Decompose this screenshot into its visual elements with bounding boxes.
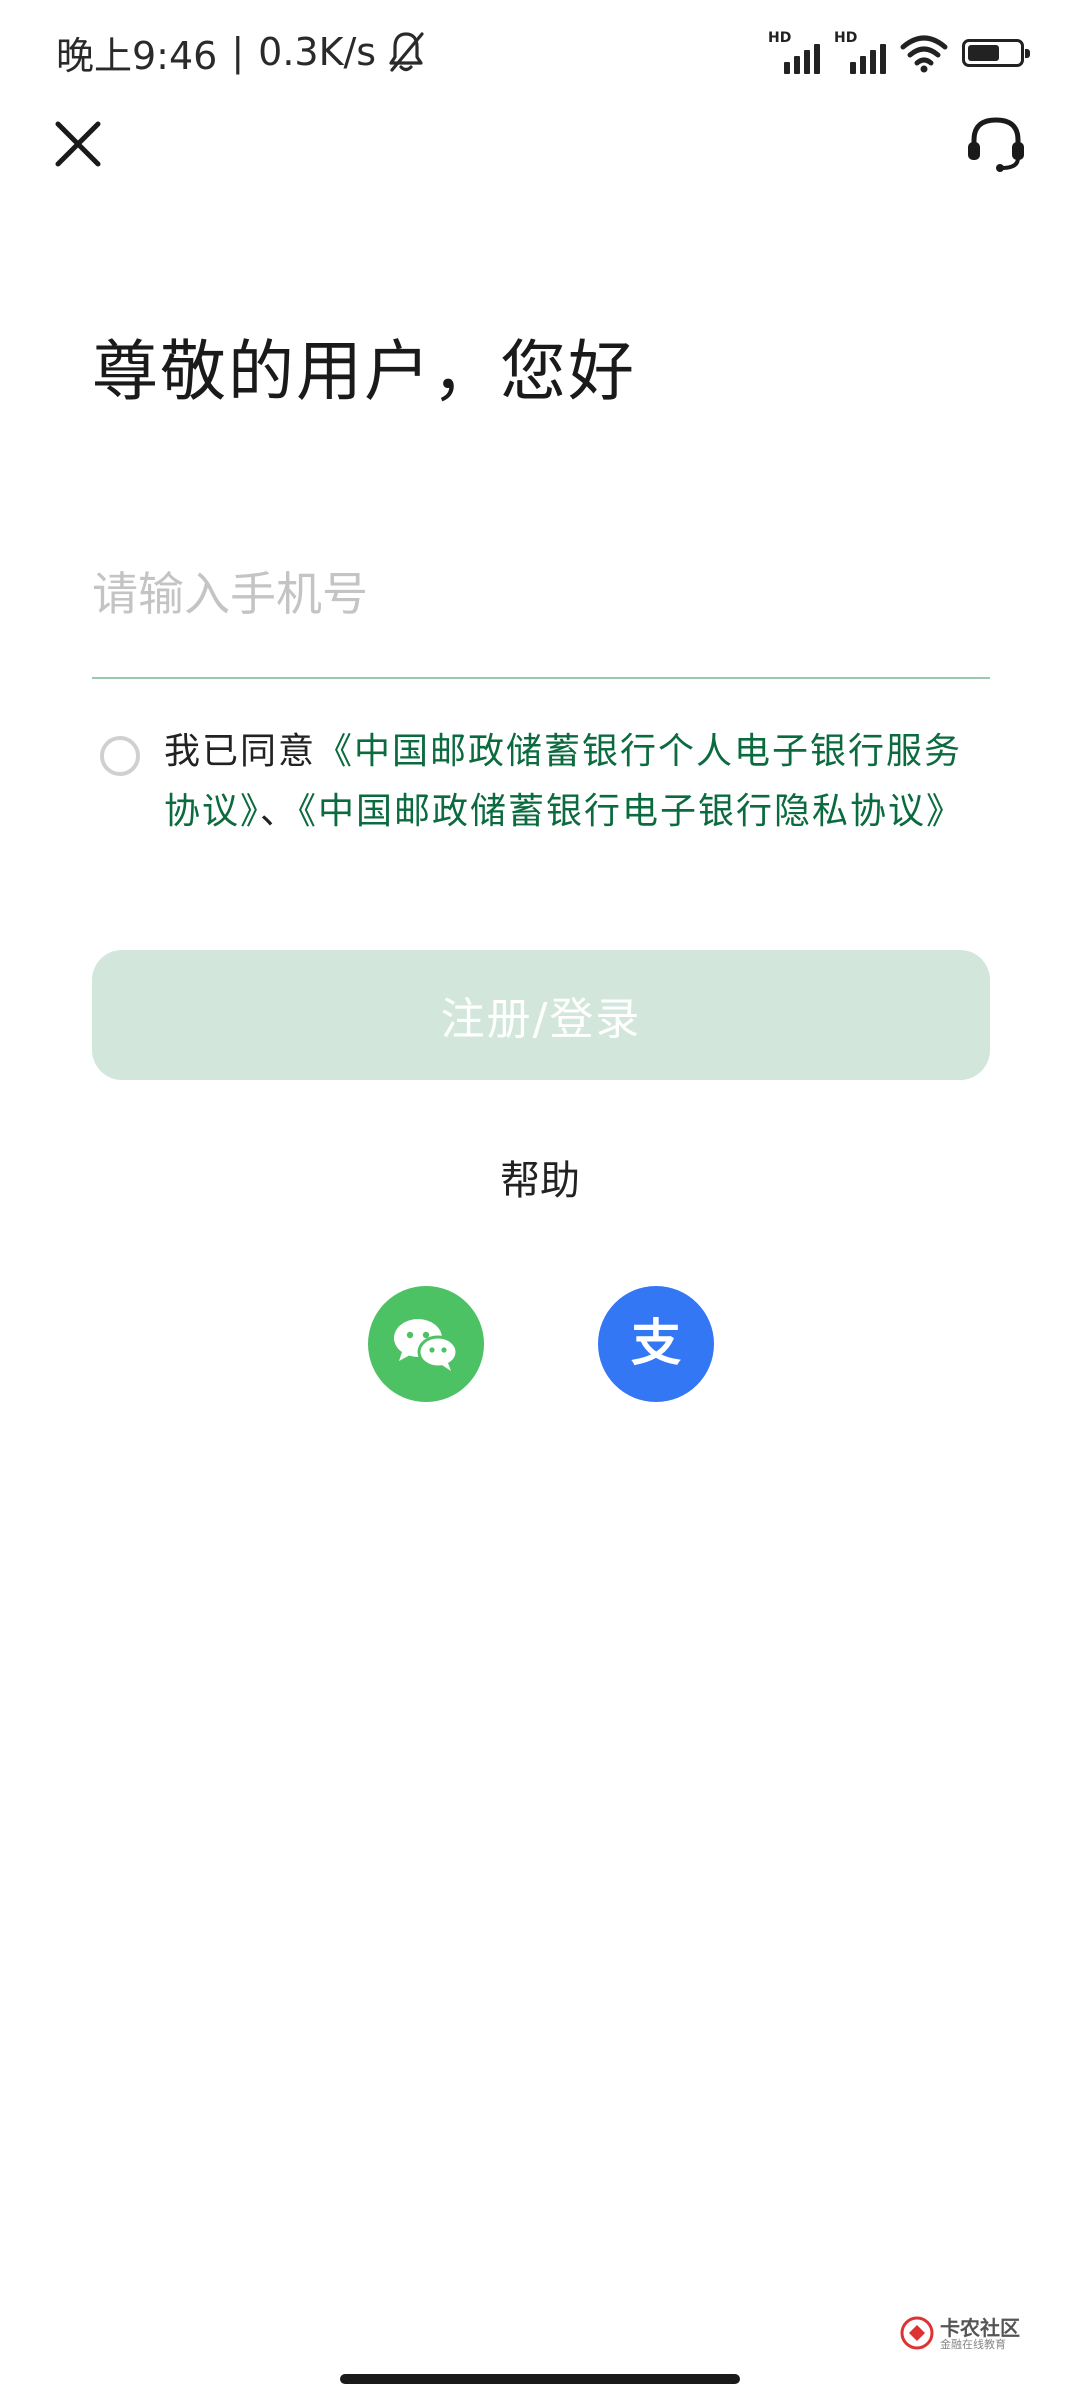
- page-title: 尊敬的用户，您好: [92, 333, 636, 410]
- input-underline: [92, 677, 990, 679]
- privacy-agreement-link[interactable]: 《中国邮政储蓄银行电子银行隐私协议》: [298, 791, 964, 832]
- watermark-logo: 卡农社区 金融在线教育: [900, 2312, 1030, 2356]
- battery-icon: [962, 39, 1030, 67]
- phone-input[interactable]: [92, 554, 990, 634]
- wechat-icon: [394, 1319, 459, 1371]
- watermark-icon: [900, 2316, 934, 2350]
- status-right: HD HD: [768, 30, 1030, 76]
- status-left: 晚上9:46 | 0.3K/s: [56, 26, 426, 78]
- login-button[interactable]: 注册/登录: [92, 950, 990, 1080]
- wifi-icon: [900, 35, 948, 73]
- alipay-icon: 支: [631, 1314, 681, 1372]
- alipay-login-button[interactable]: 支: [598, 1286, 714, 1402]
- status-separator: |: [231, 30, 245, 74]
- help-link[interactable]: 帮助: [0, 1148, 1080, 1206]
- wechat-login-button[interactable]: [368, 1286, 484, 1402]
- agreement-checkbox[interactable]: [100, 736, 140, 776]
- agreement-prefix: 我已同意: [164, 731, 317, 772]
- close-icon[interactable]: [52, 118, 104, 170]
- agreement-joiner: 、: [260, 791, 299, 832]
- alipay-glyph: 支: [631, 1314, 681, 1372]
- bell-muted-icon: [389, 32, 424, 72]
- home-indicator[interactable]: [340, 2374, 740, 2384]
- headset-icon[interactable]: [964, 112, 1028, 176]
- signal-1-icon: HD: [768, 30, 820, 74]
- signal-2-icon: HD: [834, 30, 886, 74]
- watermark-subtitle: 金融在线教育: [940, 2338, 1006, 2351]
- status-bar: 晚上9:46 | 0.3K/s HD HD: [0, 0, 1080, 100]
- status-time: 晚上9:46: [56, 33, 218, 78]
- battery-fill: [968, 45, 999, 61]
- login-screen: 晚上9:46 | 0.3K/s HD HD 尊敬的用户，您好 请输入手机号 我已…: [0, 0, 1080, 2400]
- network-speed: 0.3K/s: [258, 30, 377, 74]
- agreement-text: 我已同意《中国邮政储蓄银行个人电子银行服务协议》、《中国邮政储蓄银行电子银行隐私…: [164, 722, 984, 842]
